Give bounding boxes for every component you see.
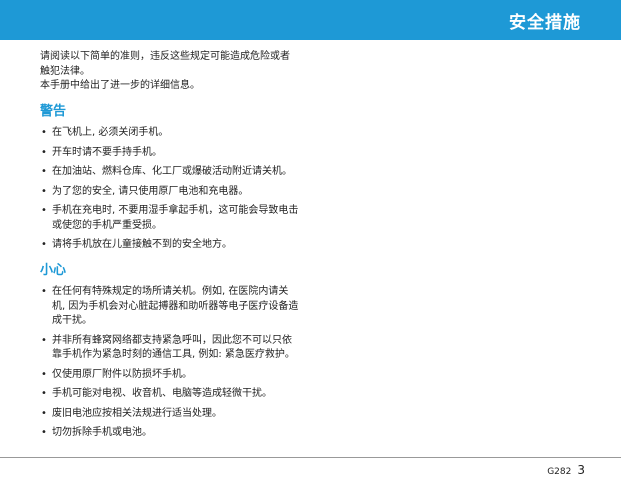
intro-line-3: 本手册中给出了进一步的详细信息。 [40,80,200,91]
list-item: • 为了您的安全, 请只使用原厂电池和充电器。 [40,185,300,200]
bullet-icon: • [41,205,47,216]
list-item: • 在任何有特殊规定的场所请关机。例如, 在医院内请关机, 因为手机会对心脏起搏器… [40,285,300,329]
list-item: • 在加油站、燃料仓库、化工厂或爆破活动附近请关机。 [40,165,300,180]
list-item: • 在飞机上, 必须关闭手机。 [40,126,300,141]
warning-list: • 在飞机上, 必须关闭手机。 • 开车时请不要手持手机。 • 在加油站、燃料仓库、化… [40,126,300,253]
warning-item-text: 开车时请不要手持手机。 [52,146,162,158]
bullet-icon: • [41,334,47,346]
header-bar: 安全措施 [0,0,621,40]
caution-item-text: 手机可能对电视、收音机、电脑等造成轻微干扰。 [52,388,272,399]
manual-page: 安全措施 请阅读以下简单的准则，违反这些规定可能造成危险或者 触犯法律。 本手册… [0,0,621,497]
bullet-icon: • [41,127,47,138]
warning-item-text: 请将手机放在儿童接触不到的安全地方。 [52,239,232,250]
page-title: 安全措施 [509,13,581,33]
caution-item-text: 切勿拆除手机或电池。 [52,427,152,438]
footer: G282 3 [547,459,585,478]
content: 请阅读以下简单的准则，违反这些规定可能造成危险或者 触犯法律。 本手册中给出了进… [40,50,300,446]
warning-item-text: 在飞机上, 必须关闭手机。 [52,127,169,138]
list-item: • 请将手机放在儿童接触不到的安全地方。 [40,238,300,253]
bullet-icon: • [41,427,47,438]
caution-item-text: 并非所有蜂窝网络都支持紧急呼叫，因此您不可以只依靠手机作为紧急时刻的通信工具, … [52,334,295,361]
caution-item-text: 仅使用原厂附件以防损坏手机。 [52,368,192,380]
warning-item-text: 为了您的安全, 请只使用原厂电池和充电器。 [52,185,249,197]
bullet-icon: • [41,166,47,177]
bullet-icon: • [41,286,47,297]
list-item: • 并非所有蜂窝网络都支持紧急呼叫，因此您不可以只依靠手机作为紧急时刻的通信工具,… [40,334,300,363]
intro-line-1: 请阅读以下简单的准则，违反这些规定可能造成危险或者 [40,51,290,62]
list-item: • 废旧电池应按相关法规进行适当处理。 [40,407,300,422]
footer-divider [0,457,621,458]
intro-line-2: 触犯法律。 [40,65,90,77]
list-item: • 仅使用原厂附件以防损坏手机。 [40,368,300,383]
bullet-icon: • [41,368,47,380]
model-name: G282 [547,467,572,477]
bullet-icon: • [41,388,47,399]
bullet-icon: • [41,146,47,158]
list-item: • 切勿拆除手机或电池。 [40,426,300,441]
caution-item-text: 废旧电池应按相关法规进行适当处理。 [52,407,222,419]
caution-item-text: 在任何有特殊规定的场所请关机。例如, 在医院内请关机, 因为手机会对心脏起搏器和… [52,286,299,326]
list-item: • 开车时请不要手持手机。 [40,146,300,161]
warning-item-text: 在加油站、燃料仓库、化工厂或爆破活动附近请关机。 [52,166,292,177]
intro-paragraph: 请阅读以下简单的准则，违反这些规定可能造成危险或者 触犯法律。 本手册中给出了进… [40,50,300,94]
list-item: • 手机可能对电视、收音机、电脑等造成轻微干扰。 [40,387,300,402]
caution-list: • 在任何有特殊规定的场所请关机。例如, 在医院内请关机, 因为手机会对心脏起搏器… [40,285,300,441]
bullet-icon: • [41,185,47,197]
warning-heading: 警告 [40,103,67,119]
caution-heading: 小心 [40,262,67,278]
list-item: • 手机在充电时, 不要用湿手拿起手机，这可能会导致电击或使您的手机严重受损。 [40,204,300,233]
bullet-icon: • [41,239,47,250]
page-number: 3 [577,463,585,477]
warning-item-text: 手机在充电时, 不要用湿手拿起手机，这可能会导致电击或使您的手机严重受损。 [52,205,299,231]
bullet-icon: • [41,407,47,419]
